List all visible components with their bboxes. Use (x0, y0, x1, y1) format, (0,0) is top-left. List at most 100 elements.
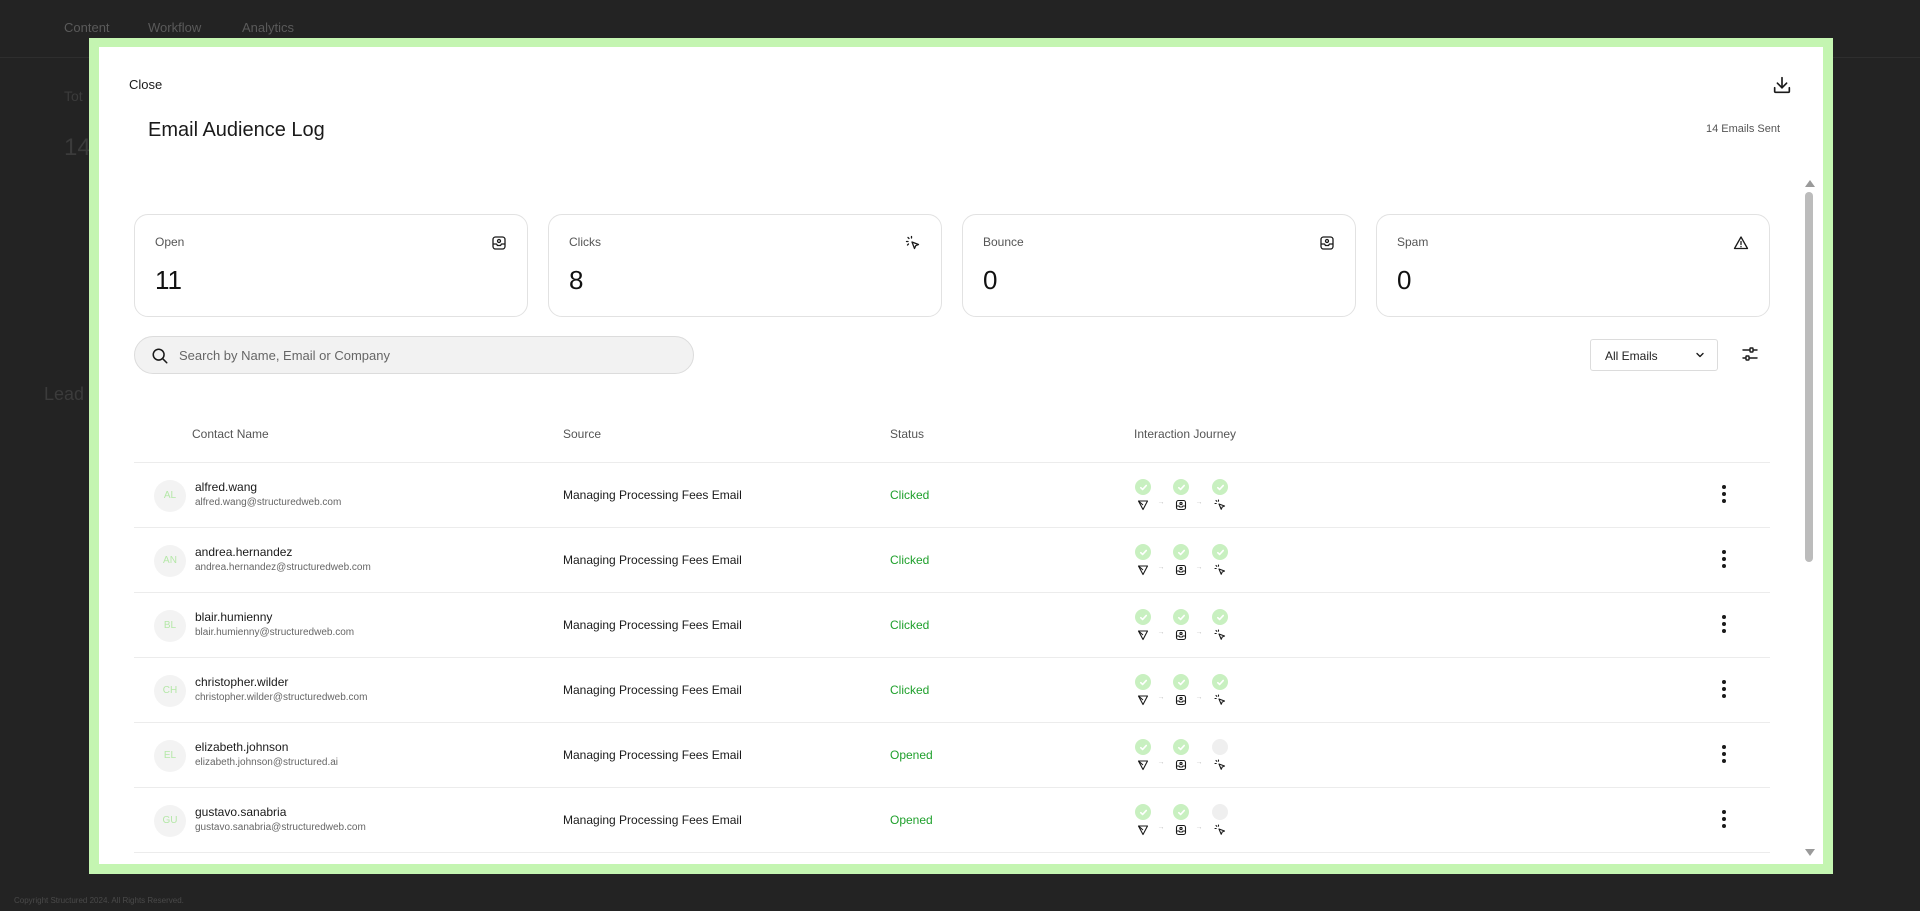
warning-icon (1733, 236, 1749, 250)
check-circle-icon (1212, 544, 1228, 560)
table-row[interactable]: AN andrea.hernandez andrea.hernandez@struc… (134, 528, 1770, 593)
header-source[interactable]: Source (563, 427, 601, 441)
source-cell: Managing Processing Fees Email (563, 618, 742, 632)
journey-opened-step (1172, 544, 1190, 576)
stat-value: 8 (569, 265, 584, 295)
status-cell: Clicked (890, 618, 930, 632)
close-button[interactable]: Close (129, 77, 162, 92)
scrollbar[interactable] (1805, 180, 1815, 864)
send-icon (1137, 565, 1149, 576)
check-circle-icon (1135, 544, 1151, 560)
table-row[interactable]: KRkrista.stapleskrista.staples@structure… (134, 853, 1770, 864)
journey-sent-step (1134, 739, 1152, 771)
stat-card-open: Open 11 (134, 214, 528, 317)
stat-value: 0 (1397, 265, 1412, 295)
journey-opened-step (1172, 674, 1190, 706)
interaction-journey: → → (1134, 544, 1244, 580)
click-icon (1214, 694, 1226, 705)
check-circle-icon (1173, 544, 1189, 560)
contact-email: alfred.wang@structuredweb.com (195, 497, 342, 508)
bg-footer: Copyright Structured 2024. All Rights Re… (14, 896, 184, 905)
search-box[interactable] (134, 336, 694, 374)
source-cell: Managing Processing Fees Email (563, 748, 742, 762)
send-icon (1137, 630, 1149, 641)
source-cell: Managing Processing Fees Email (563, 683, 742, 697)
status-cell: Opened (890, 748, 933, 762)
click-icon (1214, 824, 1226, 835)
click-icon (1214, 499, 1226, 510)
more-options-icon[interactable] (1717, 485, 1731, 505)
table-row[interactable]: AL alfred.wang alfred.wang@structuredweb.c… (134, 463, 1770, 528)
more-options-icon[interactable] (1717, 615, 1731, 635)
avatar: BL (154, 610, 186, 642)
avatar: EL (154, 740, 186, 772)
more-options-icon[interactable] (1717, 810, 1731, 830)
avatar: AL (154, 480, 186, 512)
table-row[interactable]: GU gustavo.sanabria gustavo.sanabria@struc… (134, 788, 1770, 853)
check-circle-icon (1135, 739, 1151, 755)
email-filter-select[interactable]: All Emails (1590, 339, 1718, 371)
check-circle-icon (1173, 479, 1189, 495)
click-icon (905, 235, 920, 250)
stat-label: Spam (1397, 235, 1429, 249)
send-icon (1137, 825, 1149, 836)
status-cell: Clicked (890, 683, 930, 697)
stat-card-clicks: Clicks 8 (548, 214, 942, 317)
table-row[interactable]: EL elizabeth.johnson elizabeth.johnson@str… (134, 723, 1770, 788)
header-contact-name[interactable]: Contact Name (192, 427, 269, 441)
contact-name[interactable]: elizabeth.johnson (195, 740, 288, 754)
inbox-icon (1175, 499, 1187, 511)
header-status[interactable]: Status (890, 427, 924, 441)
scroll-thumb[interactable] (1805, 192, 1813, 562)
journey-opened-step (1172, 479, 1190, 511)
interaction-journey: → → (1134, 674, 1244, 710)
interaction-journey: → → (1134, 804, 1244, 840)
contact-name[interactable]: christopher.wilder (195, 675, 288, 689)
check-circle-icon (1135, 479, 1151, 495)
stat-value: 11 (155, 265, 182, 295)
contact-name[interactable]: andrea.hernandez (195, 545, 292, 559)
search-input[interactable] (179, 337, 679, 373)
table-body: AL alfred.wang alfred.wang@structuredweb.c… (134, 463, 1770, 864)
send-icon (1137, 500, 1149, 511)
scroll-up-arrow[interactable] (1805, 180, 1815, 187)
more-options-icon[interactable] (1717, 550, 1731, 570)
arrow-right-icon: → (1157, 824, 1165, 831)
table-row[interactable]: CH christopher.wilder christopher.wilder@s… (134, 658, 1770, 723)
bg-heading-fragment: Tot (64, 88, 83, 104)
stat-value: 0 (983, 265, 998, 295)
stat-cards: Open 11 Clicks 8 Bounce 0 Spam 0 (134, 214, 1770, 317)
scroll-down-arrow[interactable] (1805, 849, 1815, 856)
download-icon[interactable] (1771, 74, 1793, 96)
journey-clicked-step (1211, 674, 1229, 706)
stat-card-spam: Spam 0 (1376, 214, 1770, 317)
journey-sent-step (1134, 544, 1152, 576)
journey-clicked-step (1211, 544, 1229, 576)
arrow-right-icon: → (1195, 824, 1203, 831)
more-options-icon[interactable] (1717, 680, 1731, 700)
header-interaction-journey[interactable]: Interaction Journey (1134, 427, 1236, 441)
inbox-icon (1175, 694, 1187, 706)
bg-nav-analytics: Analytics (242, 20, 295, 35)
journey-sent-step (1134, 804, 1152, 836)
table-row[interactable]: BL blair.humienny blair.humienny@structure… (134, 593, 1770, 658)
interaction-journey: → → (1134, 739, 1244, 775)
inbox-icon (1175, 824, 1187, 836)
contact-email: gustavo.sanabria@structuredweb.com (195, 822, 366, 833)
contact-name[interactable]: alfred.wang (195, 480, 257, 494)
arrow-right-icon: → (1157, 759, 1165, 766)
inbox-icon (492, 236, 506, 250)
contact-name[interactable]: blair.humienny (195, 610, 272, 624)
journey-opened-step (1172, 609, 1190, 641)
source-cell: Managing Processing Fees Email (563, 488, 742, 502)
journey-clicked-step (1211, 479, 1229, 511)
bg-leads-fragment: Lead (44, 384, 85, 404)
status-cell: Clicked (890, 488, 930, 502)
sliders-filter-icon[interactable] (1741, 345, 1759, 363)
contact-name[interactable]: gustavo.sanabria (195, 805, 286, 819)
arrow-right-icon: → (1195, 694, 1203, 701)
check-circle-icon (1212, 609, 1228, 625)
empty-circle-icon (1212, 739, 1228, 755)
emails-sent-count: 14 Emails Sent (1706, 123, 1780, 135)
more-options-icon[interactable] (1717, 745, 1731, 765)
